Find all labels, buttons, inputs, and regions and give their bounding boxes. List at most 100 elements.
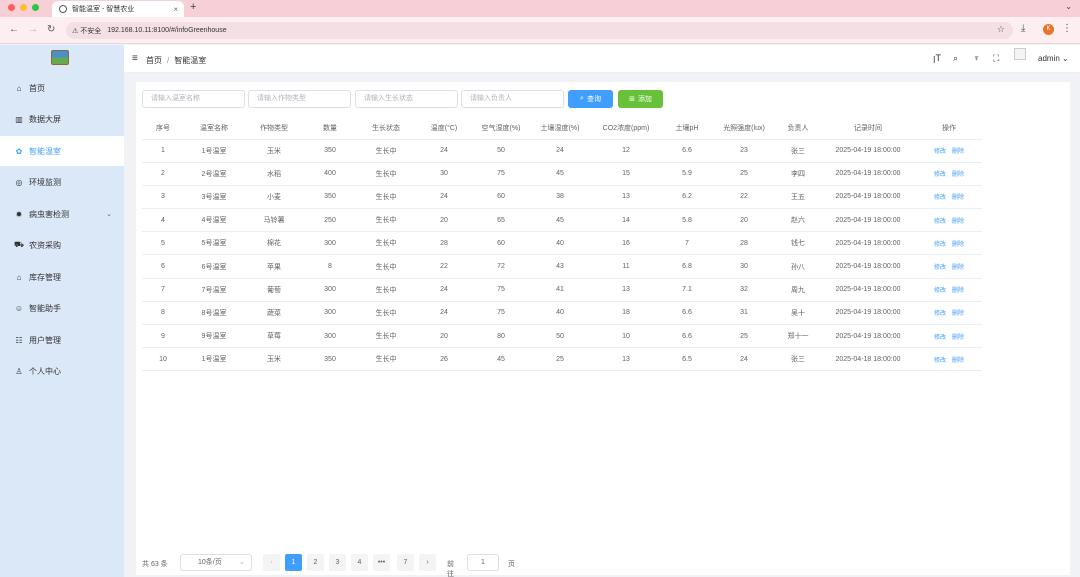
column-header[interactable]: 光照强度(lux) bbox=[712, 118, 776, 140]
goto-page-input[interactable]: 1 bbox=[467, 554, 499, 571]
sidebar-item-inventory[interactable]: ⌂ 库存管理 bbox=[0, 262, 124, 292]
delete-link[interactable]: 删除 bbox=[952, 288, 964, 294]
more-pages-button[interactable]: ••• bbox=[373, 554, 390, 571]
column-header[interactable]: 温室名称 bbox=[184, 118, 244, 140]
bookmark-star-icon[interactable]: ☆ bbox=[997, 24, 1005, 35]
delete-link[interactable]: 删除 bbox=[952, 242, 964, 248]
prev-page-button[interactable]: ‹ bbox=[263, 554, 280, 571]
column-header[interactable]: 生长状态 bbox=[356, 118, 416, 140]
page-button-2[interactable]: 2 bbox=[307, 554, 324, 571]
table-row[interactable]: 6 6号温室 苹果 8 生长中 22 72 43 11 6.8 30 孙八 2025-04-19 18:… bbox=[142, 254, 982, 279]
sidebar-item-profile[interactable]: ♙ 个人中心 bbox=[0, 356, 124, 386]
add-button[interactable]: ⊞ 添加 bbox=[618, 90, 663, 108]
edit-link[interactable]: 修改 bbox=[934, 288, 946, 294]
sidebar-item-assistant[interactable]: ☺ 智能助手 bbox=[0, 293, 124, 323]
manager-input[interactable]: 请输入负责人 bbox=[461, 90, 564, 108]
table-cell: 40 bbox=[530, 231, 590, 256]
edit-link[interactable]: 修改 bbox=[934, 219, 946, 225]
tab-list-icon[interactable]: ⌄ bbox=[1065, 2, 1072, 11]
page-button-7[interactable]: 7 bbox=[397, 554, 414, 571]
not-secure-badge[interactable]: ⚠ 不安全 bbox=[72, 26, 101, 36]
column-header[interactable]: CO2浓度(ppm) bbox=[590, 118, 662, 140]
column-header[interactable]: 序号 bbox=[142, 118, 184, 140]
reload-icon[interactable]: ↻ bbox=[47, 24, 55, 35]
url-text[interactable]: 192.168.10.11:8100/#/infoGreenhouse bbox=[107, 27, 226, 34]
edit-link[interactable]: 修改 bbox=[934, 311, 946, 317]
sidebar-item-label: 库存管理 bbox=[29, 272, 61, 282]
delete-link[interactable]: 删除 bbox=[952, 149, 964, 155]
table-row[interactable]: 5 5号温室 棉花 300 生长中 28 60 40 16 7 28 钱七 2025-04-19 18:… bbox=[142, 231, 982, 256]
browser-tab[interactable]: 智能温室 - 智慧农业 × bbox=[52, 1, 184, 17]
delete-link[interactable]: 删除 bbox=[952, 219, 964, 225]
edit-link[interactable]: 修改 bbox=[934, 172, 946, 178]
app-logo[interactable] bbox=[51, 50, 69, 65]
edit-link[interactable]: 修改 bbox=[934, 265, 946, 271]
crop-type-input[interactable]: 请输入作物类型 bbox=[248, 90, 351, 108]
table-cell: 蔬菜 bbox=[244, 301, 304, 326]
font-size-icon[interactable]: ꞁT bbox=[933, 53, 941, 64]
greenhouse-name-input[interactable]: 请输入温室名称 bbox=[142, 90, 245, 108]
sidebar-item-purchasing[interactable]: ⛟ 农资采购 bbox=[0, 230, 124, 260]
breadcrumb-home[interactable]: 首页 bbox=[146, 56, 162, 65]
table-row[interactable]: 4 4号温室 马铃薯 250 生长中 20 65 45 14 5.8 20 赵六 2025-04-19 … bbox=[142, 208, 982, 233]
page-button-1[interactable]: 1 bbox=[285, 554, 302, 571]
sidebar-item-environment[interactable]: ◎ 环境监测 bbox=[0, 167, 124, 197]
delete-link[interactable]: 删除 bbox=[952, 172, 964, 178]
table-row[interactable]: 8 8号温室 蔬菜 300 生长中 24 75 40 18 6.6 31 吴十 2025-04-19 1… bbox=[142, 301, 982, 326]
delete-link[interactable]: 删除 bbox=[952, 335, 964, 341]
table-row[interactable]: 7 7号温室 葡萄 300 生长中 24 75 41 13 7.1 32 周九 2025-04-19 1… bbox=[142, 278, 982, 302]
column-header[interactable]: 温度(°C) bbox=[416, 118, 472, 140]
browser-menu-icon[interactable]: ⋮ bbox=[1062, 23, 1072, 34]
sidebar-item-dashboard[interactable]: ▥ 数据大屏 bbox=[0, 104, 124, 134]
sidebar-item-smart-greenhouse[interactable]: ✿ 智能温室 bbox=[0, 136, 124, 166]
window-zoom-dot[interactable] bbox=[32, 4, 39, 11]
table-cell: 苹果 bbox=[244, 254, 304, 279]
profile-avatar[interactable]: K bbox=[1043, 24, 1054, 35]
column-header[interactable]: 数量 bbox=[304, 118, 356, 140]
delete-link[interactable]: 删除 bbox=[952, 311, 964, 317]
page-size-select[interactable]: 10条/页 ⌄ bbox=[180, 554, 252, 571]
delete-link[interactable]: 删除 bbox=[952, 195, 964, 201]
table-row[interactable]: 3 3号温室 小麦 350 生长中 24 60 38 13 6.2 22 王五 2025-04-19 1… bbox=[142, 185, 982, 210]
table-row[interactable]: 9 9号温室 草莓 300 生长中 20 80 50 10 6.6 25 郑十一 2025-04-19 … bbox=[142, 324, 982, 349]
column-header[interactable]: 土壤pH bbox=[662, 118, 712, 140]
back-arrow-icon[interactable]: ← bbox=[9, 24, 19, 35]
page-button-3[interactable]: 3 bbox=[329, 554, 346, 571]
table-row[interactable]: 2 2号温室 水稻 400 生长中 30 75 45 15 5.9 25 李四 2025-04-19 1… bbox=[142, 162, 982, 186]
edit-link[interactable]: 修改 bbox=[934, 242, 946, 248]
table-row[interactable]: 1 1号温室 玉米 350 生长中 24 50 24 12 6.6 23 张三 2025-04-19 1… bbox=[142, 139, 982, 163]
edit-link[interactable]: 修改 bbox=[934, 195, 946, 201]
delete-link[interactable]: 删除 bbox=[952, 358, 964, 364]
column-header[interactable]: 空气湿度(%) bbox=[472, 118, 530, 140]
shirt-icon[interactable]: ♆ bbox=[973, 53, 980, 63]
sidebar-item-pest-detection[interactable]: ✹ 病虫害检测 ⌄ bbox=[0, 199, 124, 229]
query-button[interactable]: ⌕ 查询 bbox=[568, 90, 613, 108]
page-button-4[interactable]: 4 bbox=[351, 554, 368, 571]
edit-link[interactable]: 修改 bbox=[934, 149, 946, 155]
window-close-dot[interactable] bbox=[8, 4, 15, 11]
sidebar-item-users[interactable]: ☷ 用户管理 bbox=[0, 325, 124, 355]
tab-close-icon[interactable]: × bbox=[173, 5, 178, 14]
column-header[interactable]: 记录时间 bbox=[820, 118, 916, 140]
edit-link[interactable]: 修改 bbox=[934, 358, 946, 364]
delete-link[interactable]: 删除 bbox=[952, 265, 964, 271]
next-page-button[interactable]: › bbox=[419, 554, 436, 571]
avatar[interactable] bbox=[1014, 48, 1026, 60]
username-dropdown[interactable]: admin ⌄ bbox=[1038, 54, 1069, 63]
menu-toggle-icon[interactable]: ≡ bbox=[132, 53, 138, 64]
column-header[interactable]: 负责人 bbox=[776, 118, 820, 140]
table-row[interactable]: 10 1号温室 玉米 350 生长中 26 45 25 13 6.5 24 张三 2025-04-18 … bbox=[142, 347, 982, 372]
edit-link[interactable]: 修改 bbox=[934, 335, 946, 341]
search-icon[interactable]: ⌕ bbox=[953, 53, 958, 64]
column-header[interactable]: 土壤湿度(%) bbox=[530, 118, 590, 140]
fullscreen-icon[interactable]: ⛶ bbox=[993, 53, 999, 64]
sidebar-item-home[interactable]: ⌂ 首页 bbox=[0, 73, 124, 103]
forward-arrow-icon[interactable]: → bbox=[28, 24, 38, 35]
address-bar[interactable]: ⚠ 不安全 192.168.10.11:8100/#/infoGreenhous… bbox=[66, 22, 1013, 39]
window-minimize-dot[interactable] bbox=[20, 4, 27, 11]
growth-status-input[interactable]: 请输入生长状态 bbox=[355, 90, 458, 108]
table-cell: 马铃薯 bbox=[244, 208, 304, 233]
column-header[interactable]: 作物类型 bbox=[244, 118, 304, 140]
new-tab-button[interactable]: + bbox=[190, 1, 196, 13]
download-icon[interactable]: ⤓ bbox=[1021, 23, 1025, 34]
